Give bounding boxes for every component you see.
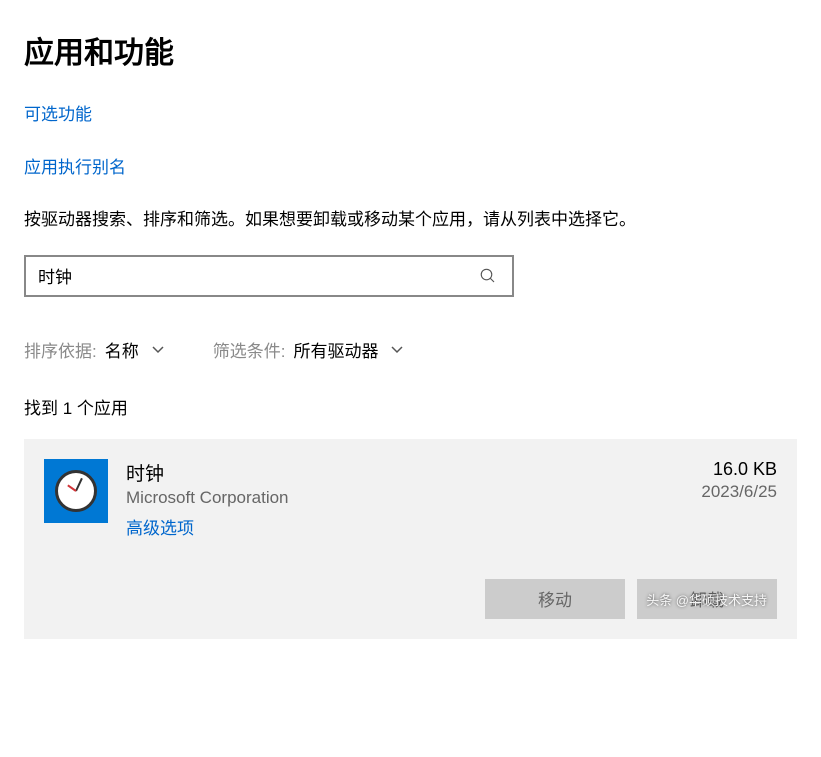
sort-dropdown[interactable]: 排序依据: 名称 — [24, 337, 165, 362]
filter-label: 筛选条件: — [213, 337, 286, 362]
move-button[interactable]: 移动 — [485, 579, 625, 619]
app-icon — [44, 459, 108, 523]
search-box[interactable] — [24, 255, 514, 297]
search-input[interactable] — [38, 266, 476, 286]
app-name: 时钟 — [126, 459, 683, 486]
chevron-down-icon — [390, 342, 404, 356]
instructions-text: 按驱动器搜索、排序和筛选。如果想要卸载或移动某个应用，请从列表中选择它。 — [24, 206, 797, 235]
sort-label: 排序依据: — [24, 337, 97, 362]
sort-value: 名称 — [105, 337, 139, 362]
filter-value: 所有驱动器 — [293, 337, 378, 362]
filter-dropdown[interactable]: 筛选条件: 所有驱动器 — [213, 337, 405, 362]
page-title: 应用和功能 — [24, 28, 797, 72]
result-count: 找到 1 个应用 — [24, 394, 797, 419]
app-install-date: 2023/6/25 — [701, 482, 777, 502]
advanced-options-link[interactable]: 高级选项 — [126, 514, 194, 539]
app-publisher: Microsoft Corporation — [126, 488, 683, 508]
app-list-item[interactable]: 时钟 Microsoft Corporation 高级选项 16.0 KB 20… — [24, 439, 797, 639]
clock-icon — [55, 470, 97, 512]
optional-features-link[interactable]: 可选功能 — [24, 100, 92, 125]
app-size: 16.0 KB — [701, 459, 777, 480]
uninstall-button[interactable]: 卸载 — [637, 579, 777, 619]
chevron-down-icon — [151, 342, 165, 356]
search-icon[interactable] — [476, 264, 500, 288]
app-aliases-link[interactable]: 应用执行别名 — [24, 153, 126, 178]
